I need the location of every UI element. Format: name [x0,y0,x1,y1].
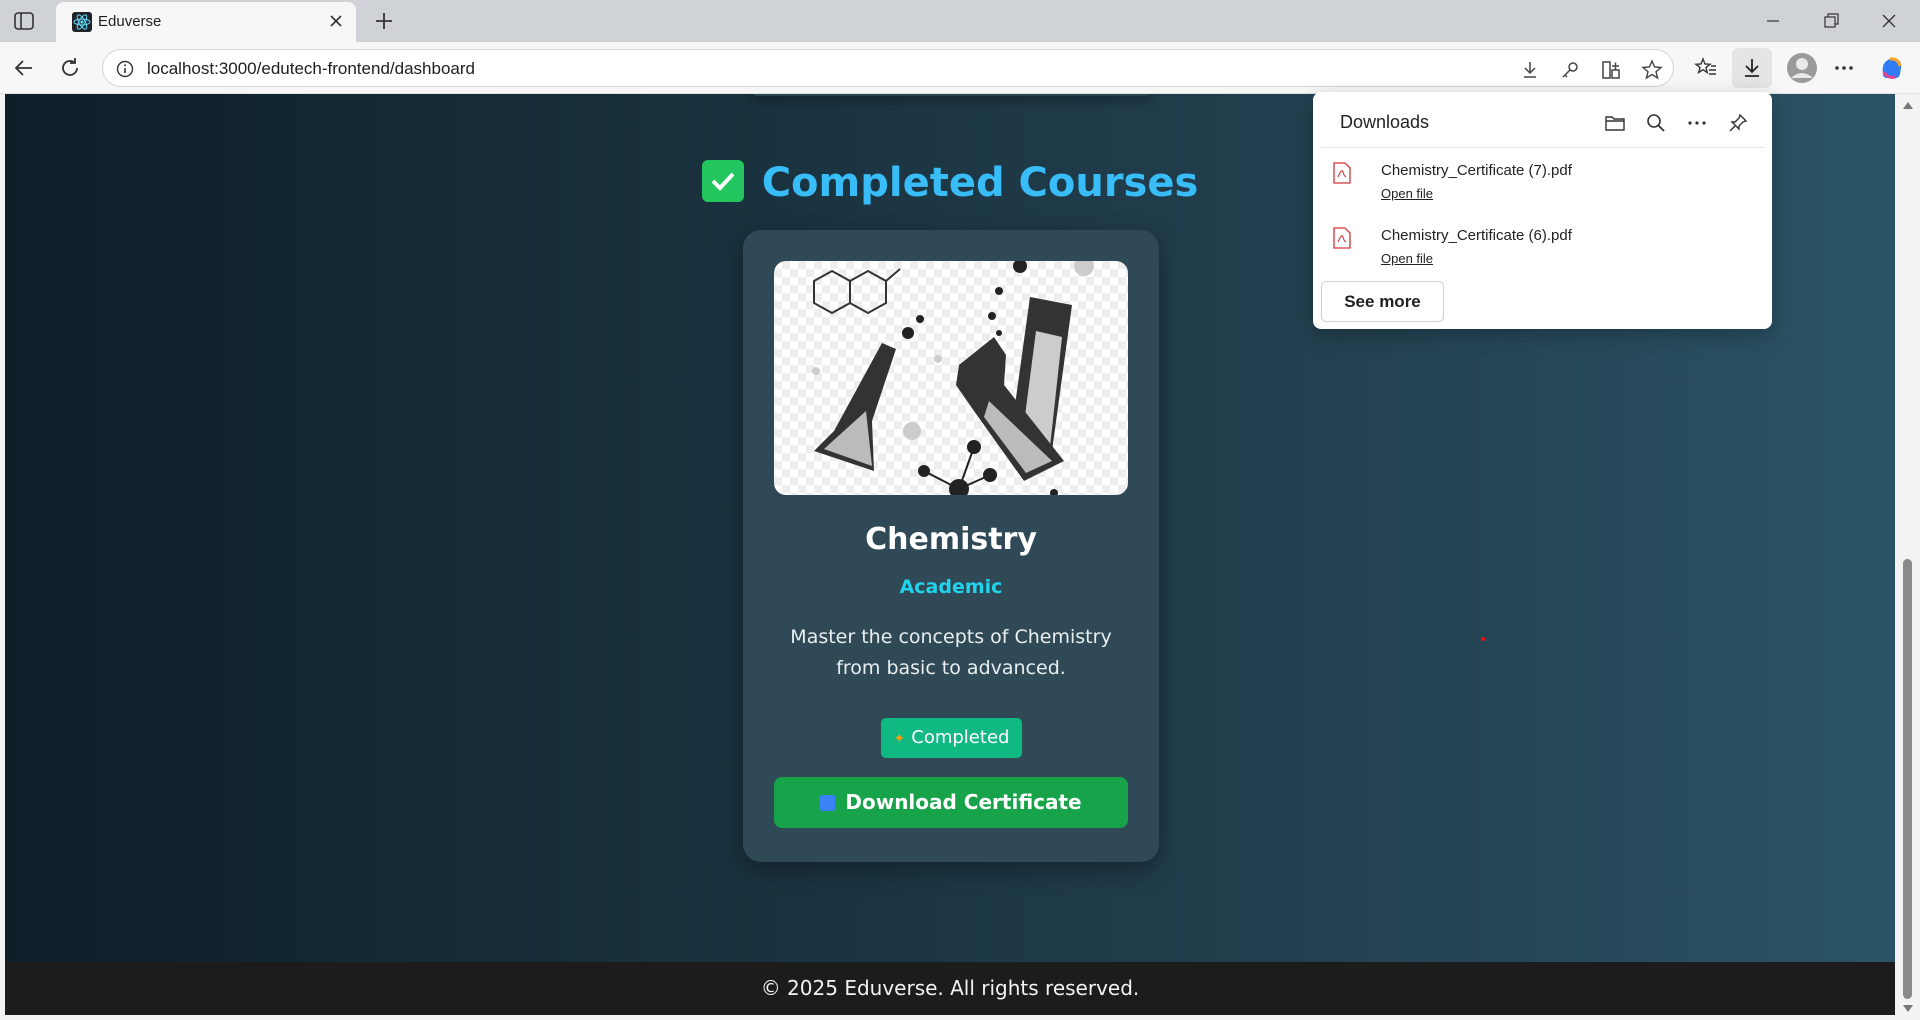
back-icon[interactable] [10,54,38,82]
course-image [774,261,1128,495]
course-card: Chemistry Academic Master the concepts o… [743,230,1159,862]
footer: © 2025 Eduverse. All rights reserved. [5,962,1895,1015]
copilot-icon[interactable] [1878,54,1906,82]
divider [1321,147,1764,148]
download-certificate-label: Download Certificate [845,790,1082,814]
check-mark-icon [701,160,744,202]
download-item[interactable]: Chemistry_Certificate (6).pdf Open file [1333,223,1753,277]
site-info-icon[interactable] [115,59,135,79]
restore-icon[interactable] [1808,8,1854,34]
url-text[interactable]: localhost:3000/edutech-frontend/dashboar… [147,59,475,79]
profile-avatar-icon[interactable] [1784,50,1820,86]
download-filename: Chemistry_Certificate (6).pdf [1381,227,1572,244]
close-tab-icon[interactable] [326,11,346,31]
section-title-text: Completed Courses [761,160,1199,206]
downloads-icon[interactable] [1732,48,1772,88]
download-app-icon[interactable] [1519,59,1541,81]
previous-card-edge [750,94,1154,96]
party-popper-icon: ✦ [893,731,906,747]
scroll-thumb[interactable] [1903,559,1912,999]
status-text: Completed [911,727,1010,748]
password-key-icon[interactable] [1559,59,1581,81]
status-badge: ✦ Completed [881,718,1022,758]
tab-title: Eduverse [98,13,162,30]
tab-eduverse[interactable]: Eduverse [56,2,356,42]
open-folder-icon[interactable] [1602,110,1628,136]
course-name: Chemistry [865,522,1037,557]
reload-icon[interactable] [56,54,84,82]
favorite-star-icon[interactable] [1641,59,1663,81]
minimize-icon[interactable] [1750,8,1796,34]
sidebar-toggle-icon[interactable] [12,10,36,32]
download-certificate-button[interactable]: Download Certificate [774,777,1128,828]
more-icon[interactable] [1684,110,1710,136]
favorites-icon[interactable] [1692,54,1720,82]
search-icon[interactable] [1643,110,1669,136]
pdf-file-icon [1333,227,1351,249]
course-description: Master the concepts of Chemistry from ba… [790,626,1112,679]
address-bar[interactable]: localhost:3000/edutech-frontend/dashboar… [102,49,1674,87]
downloads-title: Downloads [1340,112,1430,132]
inbox-icon [820,795,836,811]
close-window-icon[interactable] [1866,8,1912,34]
tab-bar: Eduverse [0,0,1920,42]
download-item[interactable]: Chemistry_Certificate (7).pdf Open file [1333,158,1753,212]
see-more-button[interactable]: See more [1321,281,1444,322]
open-file-link[interactable]: Open file [1381,186,1433,201]
new-tab-icon[interactable] [372,9,396,33]
scroll-down-arrow-icon[interactable] [1903,1005,1913,1012]
pin-icon[interactable] [1725,110,1751,136]
pdf-file-icon [1333,162,1351,184]
more-options-icon[interactable] [1830,54,1858,82]
react-logo-icon [72,12,92,32]
scroll-up-arrow-icon[interactable] [1903,102,1913,109]
browser-toolbar: localhost:3000/edutech-frontend/dashboar… [0,42,1920,94]
open-file-link[interactable]: Open file [1381,251,1433,266]
page-scrollbar[interactable] [1895,94,1920,1020]
downloads-panel: Downloads Chemistry_Certificate (7).pdf … [1313,92,1772,329]
course-category: Academic [899,576,1003,598]
extensions-icon[interactable] [1600,59,1622,81]
cursor-dot [1481,637,1485,641]
download-filename: Chemistry_Certificate (7).pdf [1381,162,1572,179]
